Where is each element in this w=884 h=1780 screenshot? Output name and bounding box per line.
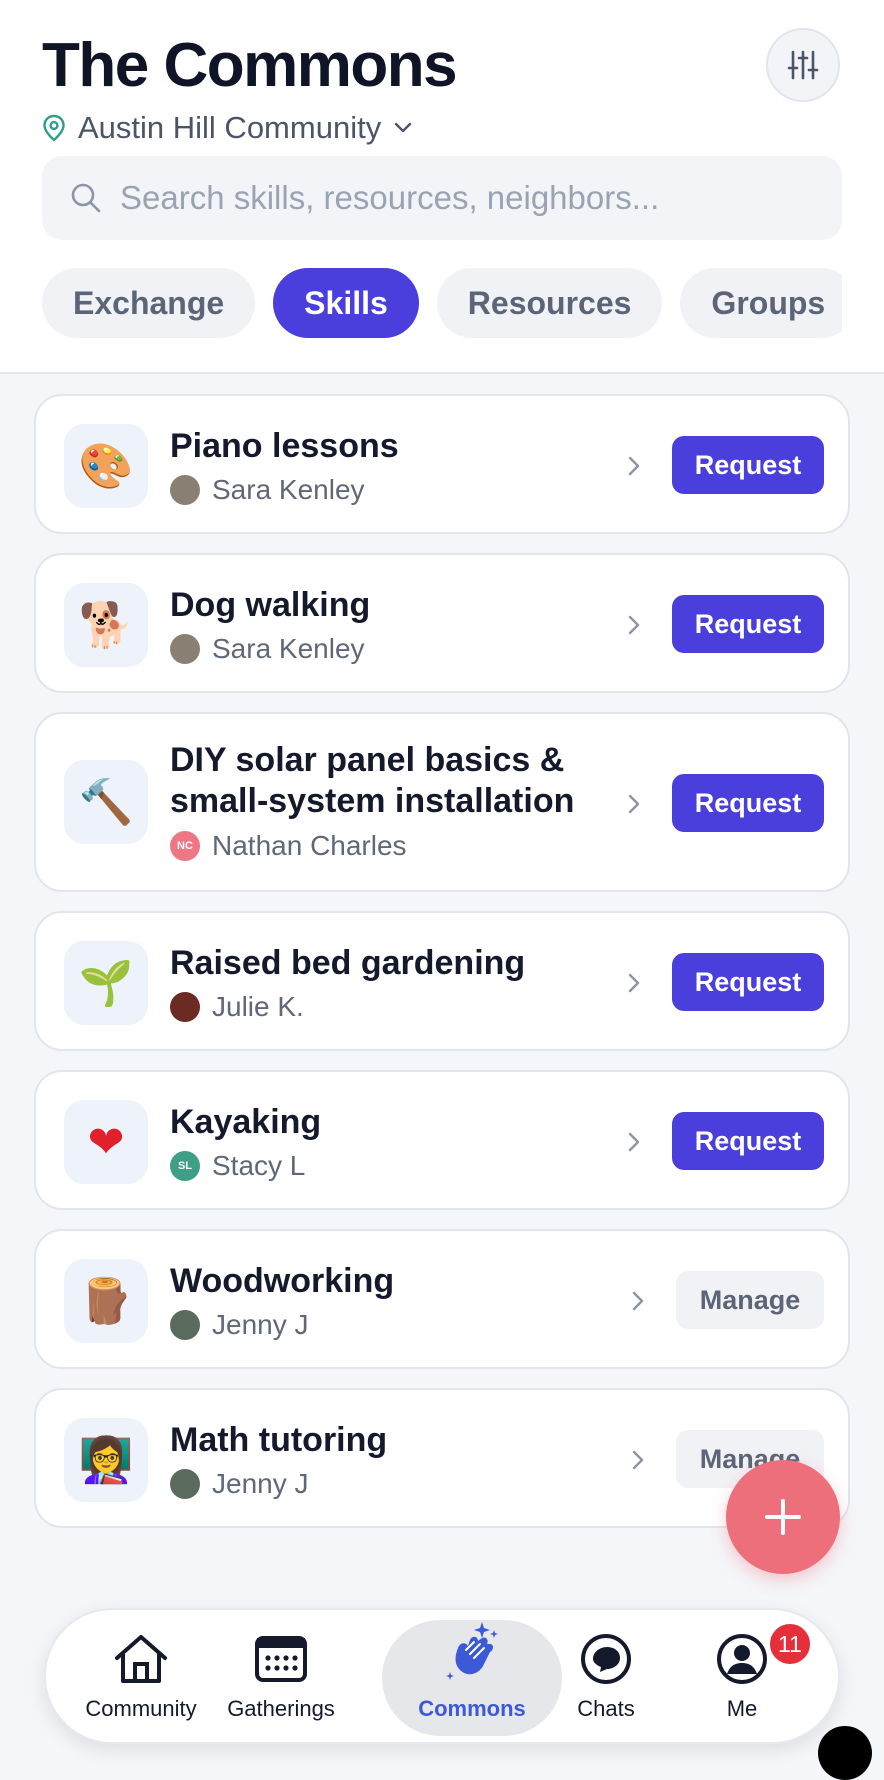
owner-name: Sara Kenley bbox=[212, 633, 365, 664]
nav-label: Me bbox=[726, 1696, 758, 1721]
avatar bbox=[170, 992, 200, 1022]
list-item[interactable]: 🌱 Raised bed gardening Julie K. Request bbox=[34, 911, 850, 1051]
chevron-right-icon[interactable] bbox=[628, 1287, 648, 1315]
community-name: Austin Hill Community bbox=[78, 110, 382, 145]
dog-icon: 🐕 bbox=[64, 583, 148, 667]
nav-me[interactable]: 11 Me bbox=[682, 1620, 812, 1736]
skill-title: Dog walking bbox=[170, 586, 371, 624]
nav-community[interactable]: Community bbox=[66, 1620, 216, 1736]
skill-title: Raised bed gardening bbox=[170, 944, 526, 982]
list-item[interactable]: 🎨 Piano lessons Sara Kenley Request bbox=[34, 394, 850, 534]
calendar-icon bbox=[255, 1636, 307, 1682]
community-selector[interactable]: Austin Hill Community bbox=[42, 108, 413, 148]
tab-resources[interactable]: Resources bbox=[436, 268, 663, 338]
search-input[interactable] bbox=[120, 179, 800, 217]
list-item[interactable]: 🔨 DIY solar panel basics & small-system … bbox=[34, 712, 850, 892]
avatar bbox=[170, 634, 200, 664]
skill-title: DIY solar panel basics & small-system in… bbox=[170, 741, 575, 820]
location-pin-icon bbox=[43, 114, 65, 142]
nav-label: Chats bbox=[577, 1696, 635, 1721]
chevron-right-icon[interactable] bbox=[628, 1446, 648, 1474]
owner[interactable]: Jenny J bbox=[170, 1468, 309, 1500]
nav-commons[interactable]: Commons bbox=[382, 1620, 562, 1736]
skill-title: Piano lessons bbox=[170, 427, 399, 465]
owner[interactable]: Jenny J bbox=[170, 1309, 309, 1341]
tab-skills[interactable]: Skills bbox=[273, 268, 419, 338]
owner[interactable]: SL Stacy L bbox=[170, 1150, 305, 1182]
sliders-icon bbox=[787, 50, 819, 80]
chevron-right-icon[interactable] bbox=[624, 452, 644, 480]
palette-icon: 🎨 bbox=[64, 424, 148, 508]
nav-label: Community bbox=[85, 1696, 197, 1721]
notification-badge: 11 bbox=[768, 1622, 812, 1666]
app-header: The Commons Austin Hill Community Search… bbox=[0, 0, 884, 374]
owner[interactable]: Sara Kenley bbox=[170, 633, 365, 665]
owner-name: Sara Kenley bbox=[212, 474, 365, 505]
nav-gatherings[interactable]: Gatherings bbox=[206, 1620, 356, 1736]
list-item[interactable]: ❤ Kayaking SL Stacy L Request bbox=[34, 1070, 850, 1210]
hammer-icon: 🔨 bbox=[64, 760, 148, 844]
skill-title: Kayaking bbox=[170, 1103, 322, 1141]
chevron-right-icon[interactable] bbox=[624, 1128, 644, 1156]
page-title: The Commons bbox=[42, 31, 458, 100]
owner-name: Nathan Charles bbox=[212, 830, 407, 861]
category-tabs: Exchange Skills Resources Groups bbox=[42, 268, 842, 338]
owner-name: Jenny J bbox=[212, 1468, 309, 1499]
avatar bbox=[170, 1310, 200, 1340]
list-item[interactable]: 🐕 Dog walking Sara Kenley Request bbox=[34, 553, 850, 693]
request-button[interactable]: Request bbox=[672, 774, 824, 832]
avatar: SL bbox=[170, 1151, 200, 1181]
plus-icon bbox=[765, 1499, 801, 1535]
owner[interactable]: Julie K. bbox=[170, 991, 304, 1023]
nav-label: Gatherings bbox=[227, 1696, 335, 1721]
skill-title: Math tutoring bbox=[170, 1421, 388, 1459]
wood-log-icon: 🪵 bbox=[64, 1259, 148, 1343]
profile-icon bbox=[717, 1634, 767, 1684]
owner[interactable]: Sara Kenley bbox=[170, 474, 365, 506]
request-button[interactable]: Request bbox=[672, 595, 824, 653]
chevron-right-icon[interactable] bbox=[624, 790, 644, 818]
bottom-tab-bar: Community Gatherings Commons Chats 11 Me bbox=[44, 1608, 840, 1744]
avatar bbox=[170, 1469, 200, 1499]
filter-button[interactable] bbox=[766, 28, 840, 102]
search-bar[interactable] bbox=[42, 156, 842, 240]
owner-name: Stacy L bbox=[212, 1150, 306, 1181]
tab-exchange[interactable]: Exchange bbox=[42, 268, 256, 338]
search-icon bbox=[71, 183, 101, 213]
owner-name: Jenny J bbox=[212, 1309, 309, 1340]
list-item[interactable]: 🪵 Woodworking Jenny J Manage bbox=[34, 1229, 850, 1369]
request-button[interactable]: Request bbox=[672, 436, 824, 494]
request-button[interactable]: Request bbox=[672, 953, 824, 1011]
tab-groups[interactable]: Groups bbox=[680, 268, 842, 338]
add-listing-button[interactable] bbox=[726, 1460, 840, 1574]
request-button[interactable]: Request bbox=[672, 1112, 824, 1170]
teacher-icon: 👩‍🏫 bbox=[64, 1418, 148, 1502]
avatar bbox=[170, 475, 200, 505]
nav-chats[interactable]: Chats bbox=[546, 1620, 666, 1736]
heart-icon: ❤ bbox=[64, 1100, 148, 1184]
avatar: NC bbox=[170, 831, 200, 861]
owner[interactable]: NC Nathan Charles bbox=[170, 830, 407, 862]
manage-button[interactable]: Manage bbox=[676, 1271, 824, 1329]
assistive-touch-button[interactable] bbox=[818, 1726, 872, 1780]
owner-name: Julie K. bbox=[212, 991, 304, 1022]
chat-bubble-icon bbox=[581, 1634, 631, 1684]
home-icon bbox=[115, 1635, 167, 1683]
chevron-right-icon[interactable] bbox=[624, 969, 644, 997]
seedling-icon: 🌱 bbox=[64, 941, 148, 1025]
nav-label: Commons bbox=[418, 1696, 526, 1721]
chevron-down-icon bbox=[395, 122, 412, 133]
chevron-right-icon[interactable] bbox=[624, 611, 644, 639]
clapping-hands-icon bbox=[446, 1622, 498, 1680]
skill-title: Woodworking bbox=[170, 1262, 395, 1300]
